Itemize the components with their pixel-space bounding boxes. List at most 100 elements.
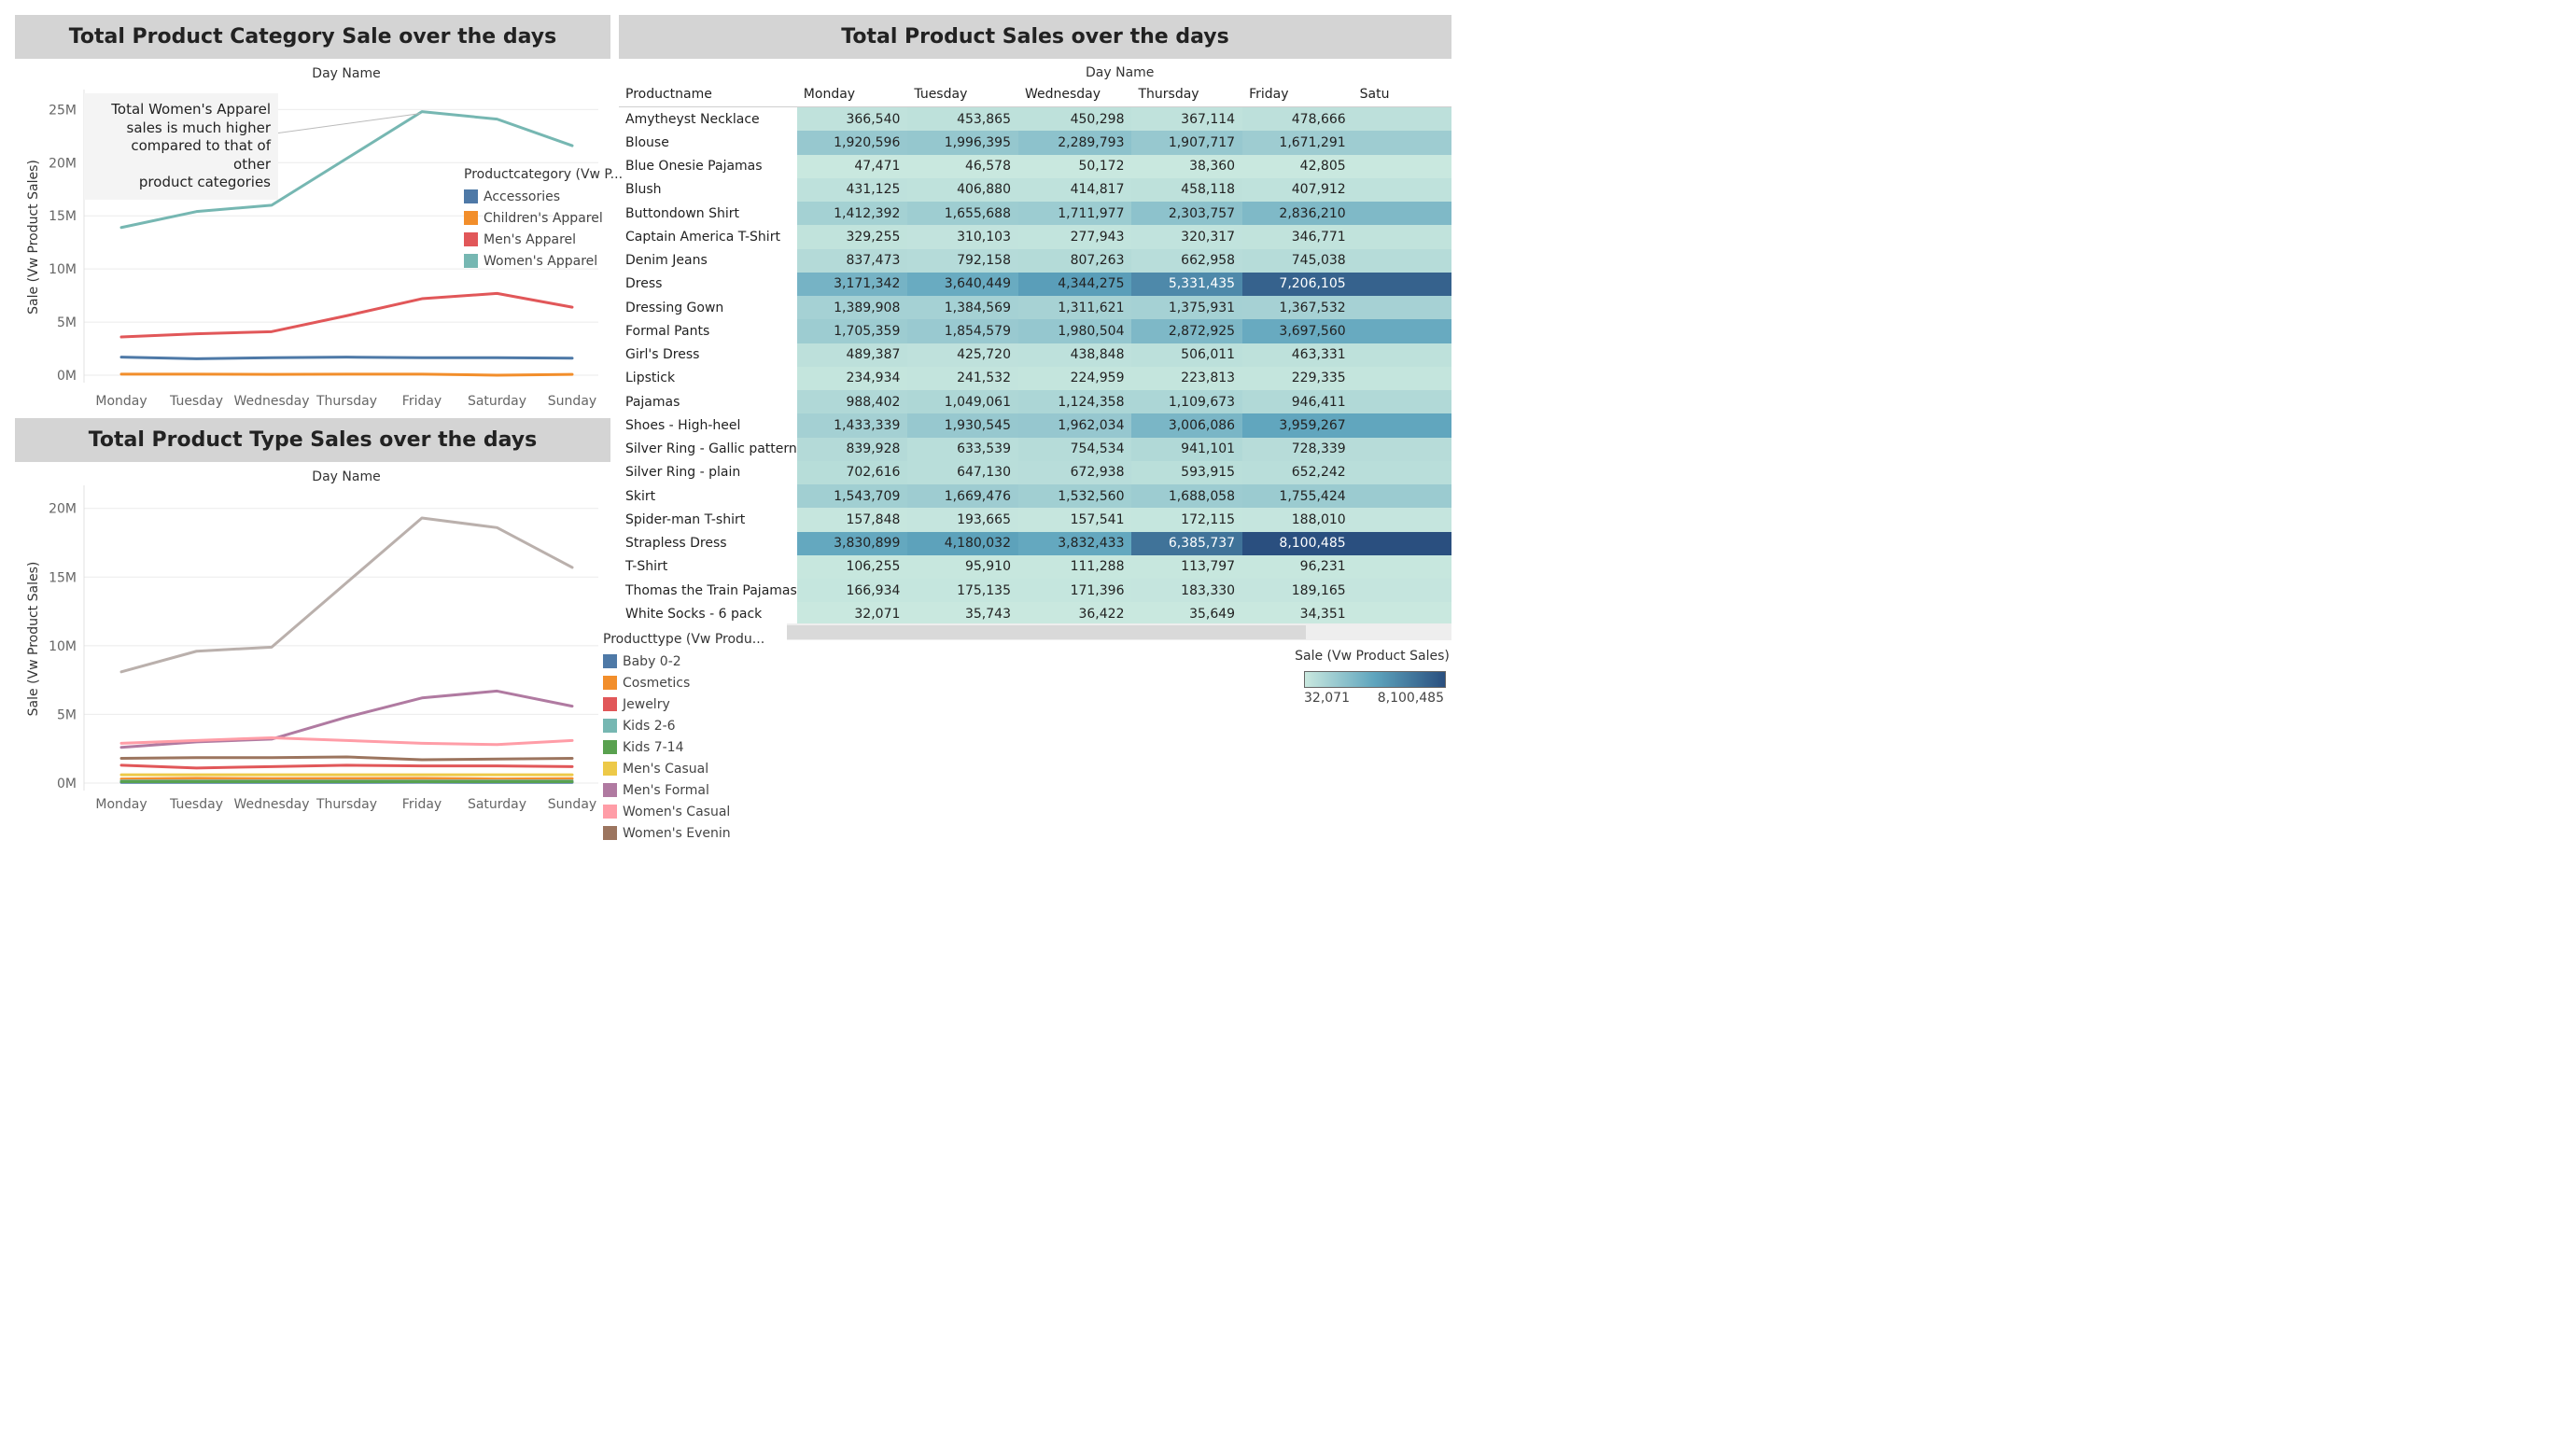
heatmap-cell[interactable]: 1,996,395	[907, 131, 1018, 155]
heatmap-cell[interactable]: 1,671,291	[1242, 131, 1353, 155]
heatmap-cell-partial[interactable]	[1353, 248, 1451, 273]
heatmap-cell[interactable]: 1,433,339	[796, 413, 908, 438]
type-line-chart[interactable]: Day Name Sale (Vw Product Sales) 0M 5M 10M 15…	[15, 465, 603, 835]
heatmap-cell[interactable]: 453,865	[907, 106, 1018, 132]
legend-item[interactable]: Jewelry	[603, 693, 764, 715]
table-row[interactable]: Denim Jeans 837,473 792,158 807,263 662,958 7…	[619, 248, 1451, 273]
table-row[interactable]: Blouse 1,920,596 1,996,395 2,289,793 1,907,7…	[619, 131, 1451, 155]
table-row[interactable]: Skirt 1,543,709 1,669,476 1,532,560 1,688,05…	[619, 484, 1451, 509]
column-header[interactable]: Tuesday	[907, 84, 1018, 107]
heatmap-cell[interactable]: 2,836,210	[1242, 202, 1353, 226]
heatmap-cell[interactable]: 3,006,086	[1131, 413, 1243, 438]
table-row[interactable]: Captain America T-Shirt 329,255 310,103 277…	[619, 225, 1451, 249]
legend-item[interactable]: Baby 0-2	[603, 651, 764, 672]
heatmap-cell[interactable]: 1,532,560	[1017, 484, 1132, 509]
heatmap-cell[interactable]: 171,396	[1017, 579, 1132, 603]
heatmap-cell-partial[interactable]	[1353, 413, 1451, 438]
heatmap-cell[interactable]: 1,980,504	[1017, 319, 1132, 343]
heatmap-cell-partial[interactable]	[1353, 272, 1451, 296]
heatmap-cell[interactable]: 1,389,908	[796, 296, 908, 320]
heatmap-cell-partial[interactable]	[1353, 554, 1451, 579]
heatmap-cell[interactable]: 728,339	[1242, 437, 1353, 461]
heatmap-cell-partial[interactable]	[1353, 579, 1451, 603]
heatmap-cell[interactable]: 652,242	[1242, 460, 1353, 484]
heatmap-cell[interactable]: 414,817	[1017, 177, 1132, 202]
table-row[interactable]: Dressing Gown 1,389,908 1,384,569 1,311,621…	[619, 296, 1451, 320]
heatmap-cell[interactable]: 1,412,392	[796, 202, 908, 226]
heatmap-cell[interactable]: 407,912	[1242, 177, 1353, 202]
heatmap-cell[interactable]: 172,115	[1131, 508, 1243, 532]
heatmap-cell[interactable]: 941,101	[1131, 437, 1243, 461]
heatmap-cell[interactable]: 7,206,105	[1242, 272, 1353, 296]
heatmap-cell[interactable]: 310,103	[907, 225, 1018, 249]
heatmap-cell-partial[interactable]	[1353, 106, 1451, 132]
heatmap-cell[interactable]: 2,289,793	[1017, 131, 1132, 155]
heatmap-cell[interactable]: 50,172	[1017, 154, 1132, 178]
column-header[interactable]: Satu	[1353, 84, 1451, 107]
heatmap-cell-partial[interactable]	[1353, 202, 1451, 226]
legend-item[interactable]: Children's Apparel	[464, 207, 623, 229]
table-row[interactable]: Pajamas 988,402 1,049,061 1,124,358 1,109,67…	[619, 390, 1451, 414]
legend-item[interactable]: Men's Casual	[603, 758, 764, 779]
heatmap-cell[interactable]: 367,114	[1131, 106, 1243, 132]
horizontal-scrollbar[interactable]	[787, 623, 1451, 640]
heatmap-cell[interactable]: 3,832,433	[1017, 531, 1132, 555]
heatmap-cell[interactable]: 346,771	[1242, 225, 1353, 249]
heatmap-cell[interactable]: 157,541	[1017, 508, 1132, 532]
heatmap-cell-partial[interactable]	[1353, 343, 1451, 367]
column-header[interactable]: Friday	[1242, 84, 1353, 107]
heatmap-cell[interactable]: 5,331,435	[1131, 272, 1243, 296]
heatmap-cell[interactable]: 1,854,579	[907, 319, 1018, 343]
heatmap-cell-partial[interactable]	[1353, 390, 1451, 414]
legend-item[interactable]: Men's Apparel	[464, 229, 623, 250]
column-header[interactable]: Wednesday	[1017, 84, 1132, 107]
heatmap-cell[interactable]: 946,411	[1242, 390, 1353, 414]
heatmap-cell[interactable]: 4,344,275	[1017, 272, 1132, 296]
legend-item[interactable]: Women's Casual	[603, 801, 764, 822]
heatmap-cell[interactable]: 234,934	[796, 366, 908, 390]
heatmap-cell[interactable]: 839,928	[796, 437, 908, 461]
heatmap-cell-partial[interactable]	[1353, 460, 1451, 484]
table-row[interactable]: Buttondown Shirt 1,412,392 1,655,688 1,711,…	[619, 202, 1451, 226]
heatmap-cell[interactable]: 1,688,058	[1131, 484, 1243, 509]
heatmap-cell[interactable]: 593,915	[1131, 460, 1243, 484]
heatmap-cell[interactable]: 32,071	[796, 602, 908, 626]
heatmap-cell[interactable]: 458,118	[1131, 177, 1243, 202]
column-header[interactable]: Thursday	[1131, 84, 1243, 107]
table-row[interactable]: Formal Pants 1,705,359 1,854,579 1,980,504 2…	[619, 319, 1451, 343]
heatmap-cell[interactable]: 702,616	[796, 460, 908, 484]
heatmap-cell[interactable]: 1,049,061	[907, 390, 1018, 414]
table-row[interactable]: Lipstick 234,934 241,532 224,959 223,813 229,…	[619, 366, 1451, 390]
table-row[interactable]: T-Shirt 106,255 95,910 111,288 113,797 96,231	[619, 554, 1451, 579]
scrollbar-thumb[interactable]	[787, 625, 1306, 639]
heatmap-cell[interactable]: 188,010	[1242, 508, 1353, 532]
heatmap-cell[interactable]: 38,360	[1131, 154, 1243, 178]
heatmap-cell-partial[interactable]	[1353, 366, 1451, 390]
heatmap-cell[interactable]: 46,578	[907, 154, 1018, 178]
heatmap-cell[interactable]: 3,171,342	[796, 272, 908, 296]
heatmap-cell[interactable]: 450,298	[1017, 106, 1132, 132]
heatmap-cell[interactable]: 95,910	[907, 554, 1018, 579]
heatmap-cell[interactable]: 6,385,737	[1131, 531, 1243, 555]
heatmap-cell-partial[interactable]	[1353, 531, 1451, 555]
heatmap-cell[interactable]: 807,263	[1017, 248, 1132, 273]
legend-item[interactable]: Men's Formal	[603, 779, 764, 801]
column-header[interactable]: Monday	[796, 84, 908, 107]
heatmap-cell-partial[interactable]	[1353, 508, 1451, 532]
heatmap-cell[interactable]: 1,907,717	[1131, 131, 1243, 155]
heatmap-cell[interactable]: 329,255	[796, 225, 908, 249]
heatmap-cell[interactable]: 1,711,977	[1017, 202, 1132, 226]
heatmap-cell[interactable]: 35,743	[907, 602, 1018, 626]
heatmap-cell[interactable]: 277,943	[1017, 225, 1132, 249]
heatmap-cell-partial[interactable]	[1353, 131, 1451, 155]
heatmap-cell-partial[interactable]	[1353, 437, 1451, 461]
heatmap-cell-partial[interactable]	[1353, 602, 1451, 626]
heatmap-cell[interactable]: 1,669,476	[907, 484, 1018, 509]
heatmap-cell[interactable]: 506,011	[1131, 343, 1243, 367]
heatmap-cell[interactable]: 113,797	[1131, 554, 1243, 579]
heatmap-cell[interactable]: 489,387	[796, 343, 908, 367]
heatmap-cell[interactable]: 1,920,596	[796, 131, 908, 155]
heatmap-cell[interactable]: 157,848	[796, 508, 908, 532]
table-row[interactable]: Blue Onesie Pajamas 47,471 46,578 50,172 38,…	[619, 154, 1451, 178]
heatmap-cell[interactable]: 224,959	[1017, 366, 1132, 390]
